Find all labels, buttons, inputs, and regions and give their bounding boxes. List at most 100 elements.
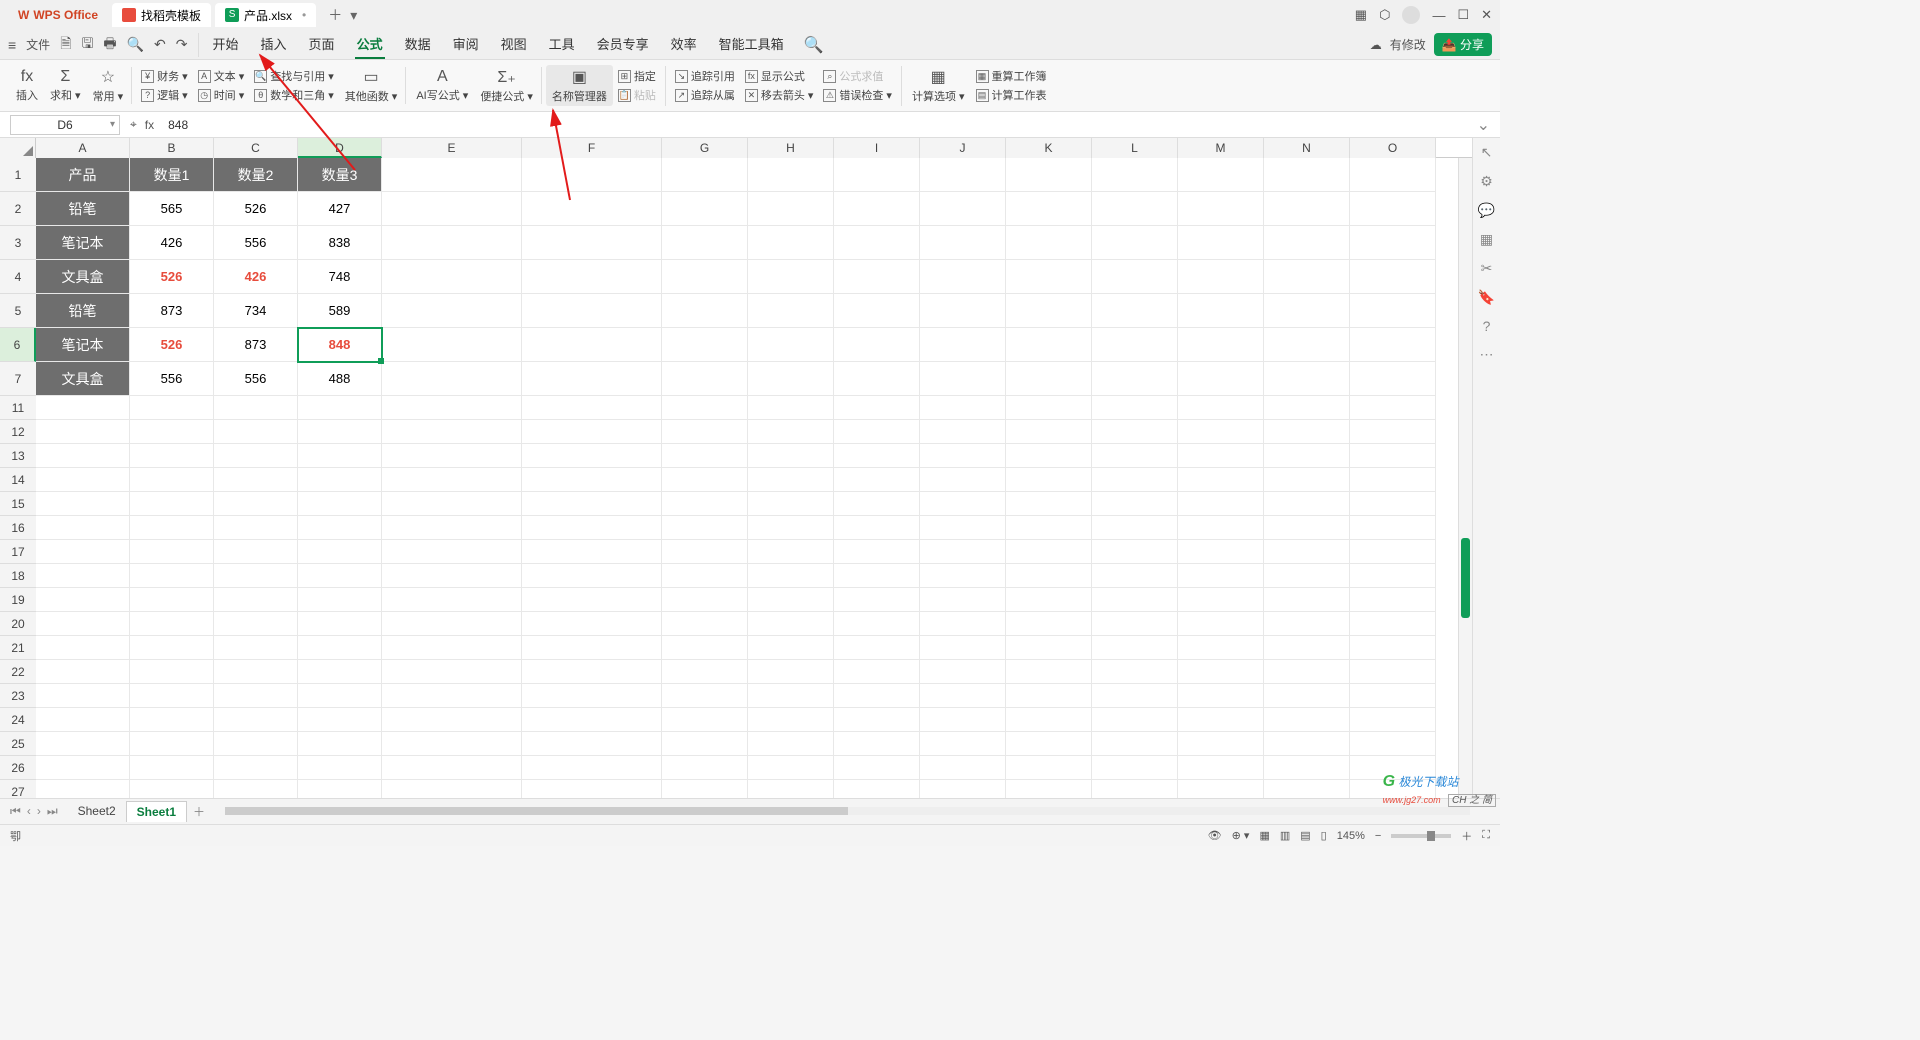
close-button[interactable]: ✕ (1481, 7, 1492, 23)
cell-D23[interactable] (298, 684, 382, 708)
cell-B1[interactable]: 数量1 (130, 158, 214, 192)
cell-O20[interactable] (1350, 612, 1436, 636)
sheet-tab-Sheet1[interactable]: Sheet1 (126, 801, 187, 822)
cell-A17[interactable] (36, 540, 130, 564)
cell-J14[interactable] (920, 468, 1006, 492)
cell-O24[interactable] (1350, 708, 1436, 732)
cell-E2[interactable] (382, 192, 522, 226)
menu-效率[interactable]: 效率 (669, 30, 699, 59)
cell-F17[interactable] (522, 540, 662, 564)
cell-K25[interactable] (1006, 732, 1092, 756)
cell-L18[interactable] (1092, 564, 1178, 588)
cell-D7[interactable]: 488 (298, 362, 382, 396)
cell-G2[interactable] (662, 192, 748, 226)
eye-icon[interactable]: 👁 (1208, 829, 1222, 842)
cell-L5[interactable] (1092, 294, 1178, 328)
settings-icon[interactable]: ⚙ (1480, 173, 1493, 190)
cell-F13[interactable] (522, 444, 662, 468)
cell-H23[interactable] (748, 684, 834, 708)
cell-E4[interactable] (382, 260, 522, 294)
cell-L13[interactable] (1092, 444, 1178, 468)
cell-B18[interactable] (130, 564, 214, 588)
column-header-O[interactable]: O (1350, 138, 1436, 158)
cell-H2[interactable] (748, 192, 834, 226)
cell-F14[interactable] (522, 468, 662, 492)
cell-F21[interactable] (522, 636, 662, 660)
cell-B5[interactable]: 873 (130, 294, 214, 328)
cell-A20[interactable] (36, 612, 130, 636)
cell-F20[interactable] (522, 612, 662, 636)
cell-N16[interactable] (1264, 516, 1350, 540)
menu-智能工具箱[interactable]: 智能工具箱 (717, 30, 786, 59)
cell-H22[interactable] (748, 660, 834, 684)
row-header-1[interactable]: 1 (0, 158, 36, 192)
cell-B7[interactable]: 556 (130, 362, 214, 396)
cell-N25[interactable] (1264, 732, 1350, 756)
cell-C21[interactable] (214, 636, 298, 660)
cell-G1[interactable] (662, 158, 748, 192)
cell-L25[interactable] (1092, 732, 1178, 756)
cell-H24[interactable] (748, 708, 834, 732)
cell-E16[interactable] (382, 516, 522, 540)
cell-F22[interactable] (522, 660, 662, 684)
cell-E1[interactable] (382, 158, 522, 192)
cell-G12[interactable] (662, 420, 748, 444)
cell-G18[interactable] (662, 564, 748, 588)
cell-K24[interactable] (1006, 708, 1092, 732)
cell-I7[interactable] (834, 362, 920, 396)
cell-J15[interactable] (920, 492, 1006, 516)
cell-J19[interactable] (920, 588, 1006, 612)
cell-C27[interactable] (214, 780, 298, 798)
cell-I20[interactable] (834, 612, 920, 636)
cell-J13[interactable] (920, 444, 1006, 468)
chat-icon[interactable]: 💬 (1478, 202, 1495, 219)
cell-I4[interactable] (834, 260, 920, 294)
cell-K15[interactable] (1006, 492, 1092, 516)
horizontal-scrollbar[interactable] (225, 807, 1470, 817)
cell-A4[interactable]: 文具盒 (36, 260, 130, 294)
maximize-button[interactable]: ☐ (1457, 7, 1469, 23)
calc-sheet-button[interactable]: ▤计算工作表 (976, 87, 1047, 103)
cell-C15[interactable] (214, 492, 298, 516)
cell-M21[interactable] (1178, 636, 1264, 660)
cell-C6[interactable]: 873 (214, 328, 298, 362)
cell-H17[interactable] (748, 540, 834, 564)
cell-O1[interactable] (1350, 158, 1436, 192)
cell-C2[interactable]: 526 (214, 192, 298, 226)
cell-O23[interactable] (1350, 684, 1436, 708)
menu-公式[interactable]: 公式 (355, 30, 385, 59)
cell-C7[interactable]: 556 (214, 362, 298, 396)
cell-K13[interactable] (1006, 444, 1092, 468)
cell-I21[interactable] (834, 636, 920, 660)
cell-A27[interactable] (36, 780, 130, 798)
column-header-L[interactable]: L (1092, 138, 1178, 158)
cell-K14[interactable] (1006, 468, 1092, 492)
menu-工具[interactable]: 工具 (547, 30, 577, 59)
cell-J22[interactable] (920, 660, 1006, 684)
cell-L14[interactable] (1092, 468, 1178, 492)
cell-B13[interactable] (130, 444, 214, 468)
cell-L17[interactable] (1092, 540, 1178, 564)
row-header-5[interactable]: 5 (0, 294, 36, 328)
cell-E13[interactable] (382, 444, 522, 468)
cell-J21[interactable] (920, 636, 1006, 660)
tab-dropdown[interactable]: ▾ (350, 7, 357, 24)
cell-G20[interactable] (662, 612, 748, 636)
cell-N13[interactable] (1264, 444, 1350, 468)
cell-I27[interactable] (834, 780, 920, 798)
vertical-scrollbar[interactable] (1458, 158, 1472, 798)
cell-L11[interactable] (1092, 396, 1178, 420)
cell-E20[interactable] (382, 612, 522, 636)
cell-N5[interactable] (1264, 294, 1350, 328)
recalc-button[interactable]: ▦重算工作簿 (976, 68, 1047, 84)
cell-K27[interactable] (1006, 780, 1092, 798)
cell-D15[interactable] (298, 492, 382, 516)
cell-K7[interactable] (1006, 362, 1092, 396)
cell-A26[interactable] (36, 756, 130, 780)
cell-I18[interactable] (834, 564, 920, 588)
error-check-button[interactable]: ⚠错误检查 ▾ (823, 87, 892, 103)
cell-M1[interactable] (1178, 158, 1264, 192)
cell-F2[interactable] (522, 192, 662, 226)
cell-N4[interactable] (1264, 260, 1350, 294)
menu-审阅[interactable]: 审阅 (451, 30, 481, 59)
